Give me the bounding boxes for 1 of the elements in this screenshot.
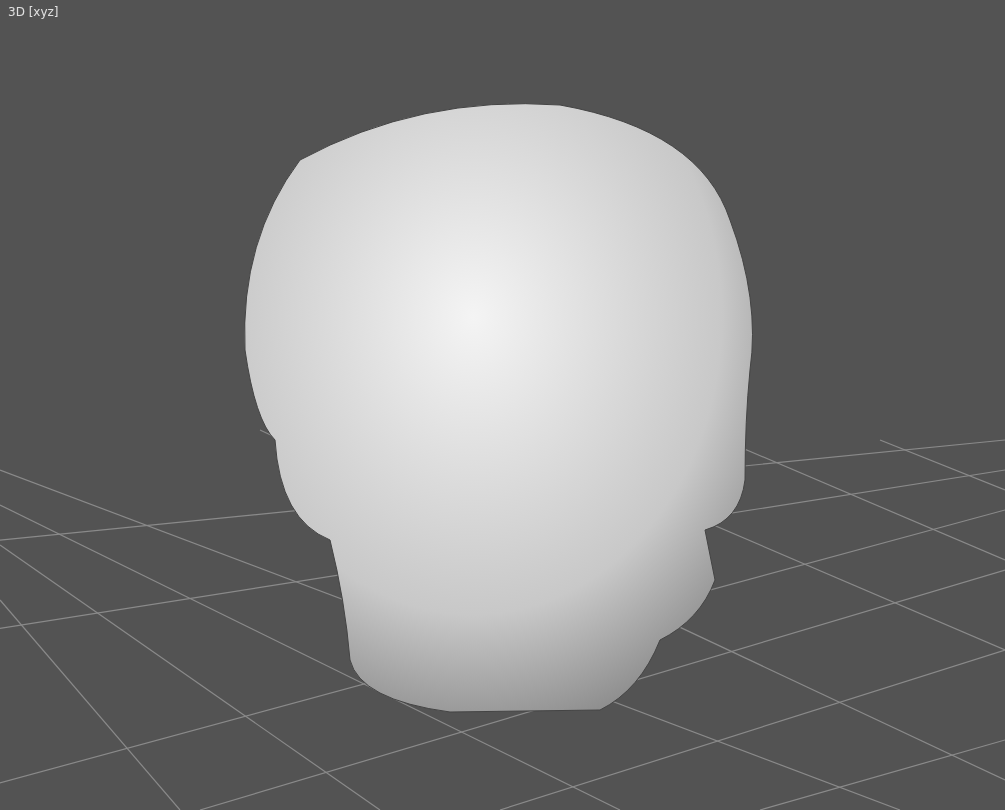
viewport-label: 3D [xyz] — [8, 5, 59, 19]
